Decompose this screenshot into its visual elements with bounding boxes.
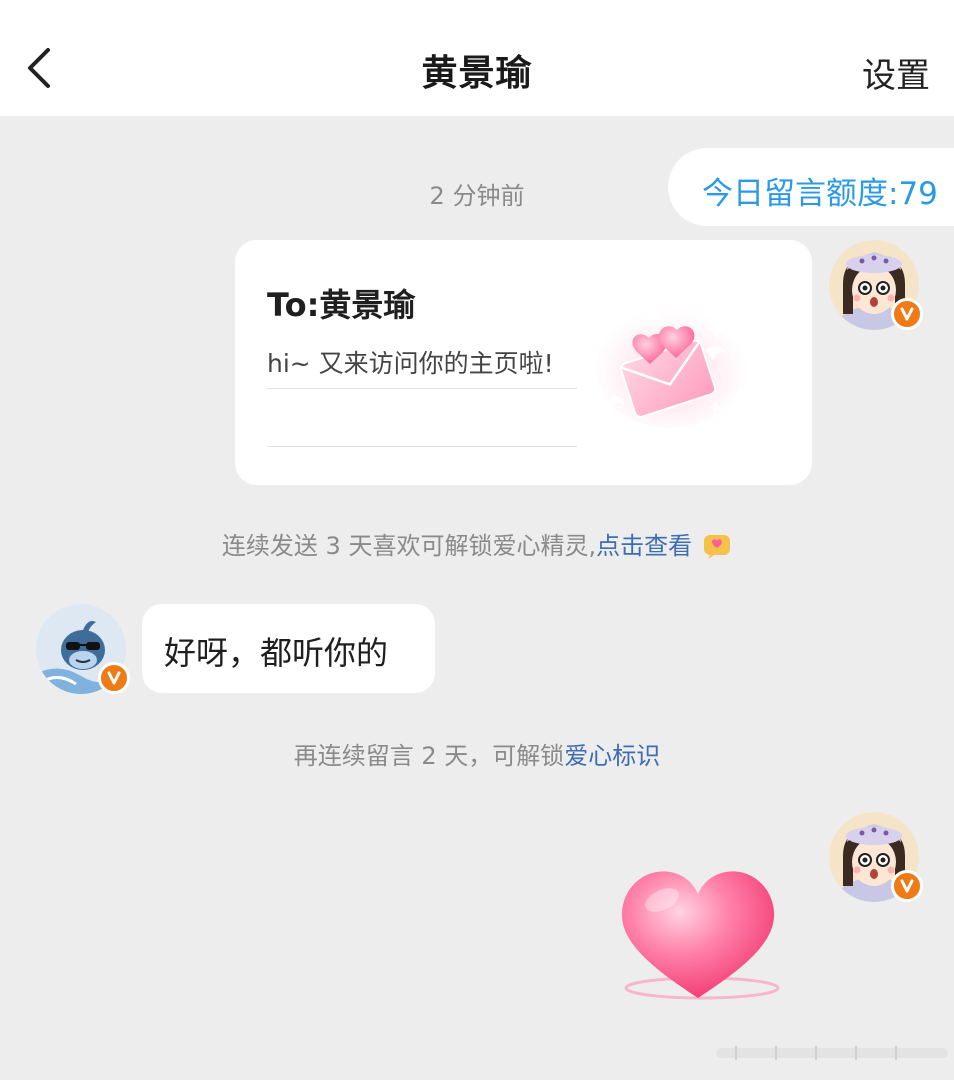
received-message-text: 好呀，都听你的 [164, 634, 389, 672]
card-divider [267, 446, 577, 447]
notice-text: 再连续留言 2 天，可解锁 [293, 742, 565, 770]
contact-avatar[interactable] [36, 604, 130, 694]
card-divider [267, 388, 577, 389]
verified-badge-icon [891, 870, 923, 902]
verified-badge-icon [98, 662, 130, 694]
notice-text: 连续发送 3 天喜欢可解锁爱心精灵, [221, 532, 597, 560]
heart-sticker-message[interactable] [612, 860, 784, 1010]
settings-button[interactable]: 设置 [862, 48, 930, 97]
message-timestamp: 2 分钟前 [429, 182, 525, 210]
bottom-indicator [716, 1046, 948, 1060]
heart-badge-link[interactable]: 爱心标识 [564, 742, 660, 770]
card-recipient: To:黄景瑜 [267, 286, 416, 324]
my-avatar[interactable] [829, 812, 923, 902]
love-spirit-icon[interactable] [702, 532, 732, 560]
view-details-link[interactable]: 点击查看 [596, 532, 692, 560]
verified-badge-icon [891, 298, 923, 330]
navigation-bar: 黄景瑜 设置 [0, 0, 954, 116]
received-message-bubble[interactable]: 好呀，都听你的 [142, 604, 435, 693]
spirit-unlock-notice: 连续发送 3 天喜欢可解锁爱心精灵,点击查看 [0, 526, 954, 561]
heart-badge-unlock-notice: 再连续留言 2 天，可解锁爱心标识 [0, 736, 954, 771]
heart-envelope-sticker [596, 308, 744, 428]
my-avatar[interactable] [829, 240, 923, 330]
letter-card-message[interactable]: To:黄景瑜 hi~ 又来访问你的主页啦! [235, 240, 812, 485]
card-message-text: hi~ 又来访问你的主页啦! [267, 349, 554, 378]
page-title: 黄景瑜 [421, 53, 533, 94]
